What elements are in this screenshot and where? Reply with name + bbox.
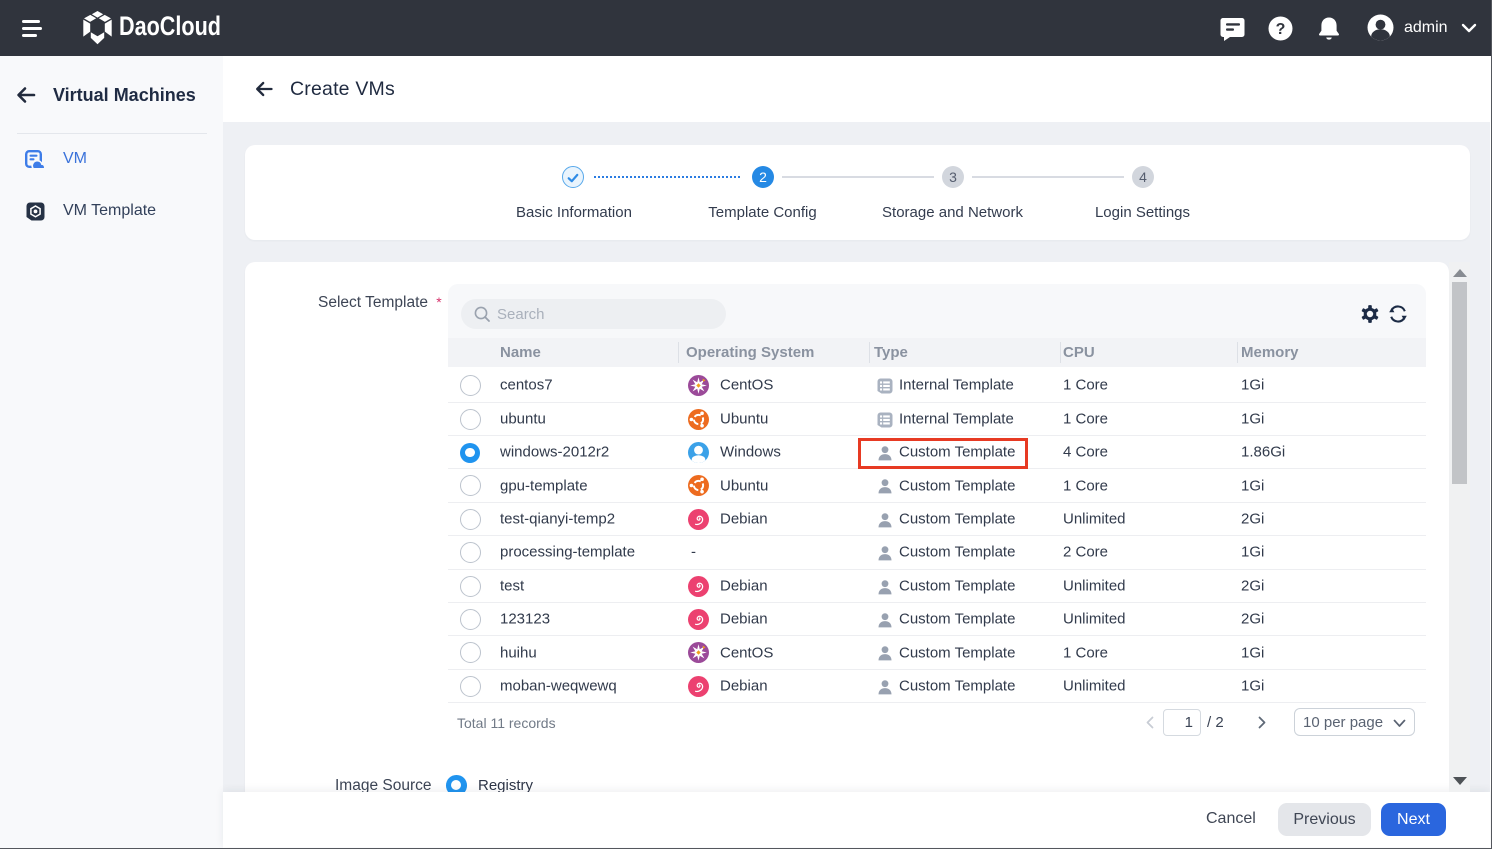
svg-text:?: ? [1276, 21, 1286, 38]
